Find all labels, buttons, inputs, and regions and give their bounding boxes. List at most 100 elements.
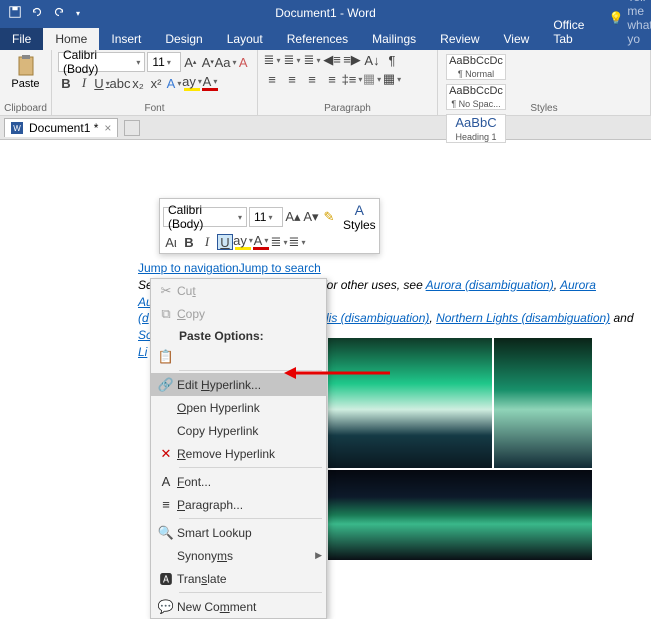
cm-remove-hyperlink[interactable]: ✕Remove Hyperlink: [151, 442, 326, 465]
mini-shrink-font-icon[interactable]: A▾: [303, 209, 319, 225]
undo-icon[interactable]: [30, 5, 44, 22]
tell-me[interactable]: 💡Tell me what yo: [596, 0, 651, 50]
style-preview: AaBbCcDc: [449, 55, 503, 67]
align-right-icon[interactable]: ≡: [304, 71, 320, 87]
bullets-icon[interactable]: ≣▾: [264, 52, 280, 68]
tab-layout[interactable]: Layout: [215, 28, 275, 50]
underline-icon[interactable]: U▾: [94, 75, 110, 91]
document-tab[interactable]: W Document1 * ×: [4, 118, 118, 137]
cm-edit-hyperlink[interactable]: 🔗Edit Hyperlink...: [151, 373, 326, 396]
cm-paragraph[interactable]: ≡Paragraph...: [151, 493, 326, 516]
redo-icon[interactable]: [52, 5, 66, 22]
text-effects-icon[interactable]: A▾: [166, 75, 182, 91]
cm-font[interactable]: AFont...: [151, 470, 326, 493]
cm-smart-lookup[interactable]: 🔍Smart Lookup: [151, 521, 326, 544]
mini-highlight-icon[interactable]: ay▾: [235, 234, 251, 250]
separator: [179, 467, 322, 468]
line-spacing-icon[interactable]: ‡≡▾: [344, 71, 360, 87]
align-center-icon[interactable]: ≡: [284, 71, 300, 87]
italic-icon[interactable]: I: [76, 75, 92, 91]
document-tab-label: Document1 *: [29, 121, 98, 135]
mini-bullets-icon[interactable]: ≣▾: [271, 234, 287, 250]
font-color-icon[interactable]: A▾: [202, 75, 218, 91]
ribbon: Paste Clipboard Calibri (Body)▾ 11▾ A▴ A…: [0, 50, 651, 116]
new-tab-icon[interactable]: [124, 120, 140, 136]
highlight-icon[interactable]: ay▾: [184, 75, 200, 91]
mini-styles-button[interactable]: AStyles: [343, 202, 376, 232]
cm-open-hyperlink[interactable]: Open Hyperlink: [151, 396, 326, 419]
new-comment-icon: 💬: [155, 599, 177, 615]
clear-format-icon[interactable]: A: [236, 54, 251, 70]
word-doc-icon: W: [11, 122, 23, 134]
mini-format-painter-icon[interactable]: ✎: [321, 209, 337, 225]
aurora-image-3[interactable]: [328, 470, 592, 560]
multilevel-icon[interactable]: ≣▾: [304, 52, 320, 68]
style-heading1[interactable]: AaBbCHeading 1: [446, 114, 506, 143]
group-clipboard: Paste Clipboard: [0, 50, 52, 115]
show-marks-icon[interactable]: ¶: [384, 52, 400, 68]
cm-translate[interactable]: 🅰Translate: [151, 567, 326, 590]
subscript-icon[interactable]: x₂: [130, 75, 146, 91]
link-fragment[interactable]: (d: [138, 311, 149, 325]
qat-dropdown-icon[interactable]: ▾: [76, 9, 80, 18]
save-icon[interactable]: [8, 5, 22, 22]
cm-copy-hyperlink[interactable]: Copy Hyperlink: [151, 419, 326, 442]
borders-icon[interactable]: ▦▾: [384, 71, 400, 87]
font-name-select[interactable]: Calibri (Body)▾: [58, 52, 145, 72]
font-icon: A: [155, 474, 177, 489]
increase-indent-icon[interactable]: ≡▶: [344, 52, 360, 68]
tab-file[interactable]: File: [0, 28, 43, 50]
grow-font-icon[interactable]: A▴: [183, 54, 198, 70]
mini-font-name[interactable]: Calibri (Body)▾: [163, 207, 247, 227]
link-fragment[interactable]: Li: [138, 345, 147, 359]
edit-hyperlink-icon: 🔗: [155, 377, 177, 393]
tab-home[interactable]: Home: [43, 28, 99, 50]
mini-numbering-icon[interactable]: ≣▾: [289, 234, 305, 250]
tab-officetab[interactable]: Office Tab: [541, 14, 596, 50]
numbering-icon[interactable]: ≣▾: [284, 52, 300, 68]
cm-label: New Comment: [177, 600, 256, 614]
shading-icon[interactable]: ▦▾: [364, 71, 380, 87]
font-size-select[interactable]: 11▾: [147, 52, 180, 72]
mini-unknown-icon[interactable]: Aι: [163, 234, 179, 250]
cm-label: Copy: [177, 307, 205, 321]
font-size-value: 11: [152, 55, 164, 69]
mini-italic-icon[interactable]: I: [199, 234, 215, 250]
link-northern[interactable]: Northern Lights (disambiguation): [436, 311, 610, 325]
change-case-icon[interactable]: Aa▾: [218, 54, 234, 70]
mini-bold-icon[interactable]: B: [181, 234, 197, 250]
superscript-icon[interactable]: x²: [148, 75, 164, 91]
bold-icon[interactable]: B: [58, 75, 74, 91]
search-link[interactable]: Jump to search: [239, 261, 321, 275]
cm-copy: ⧉Copy: [151, 302, 326, 325]
decrease-indent-icon[interactable]: ◀≡: [324, 52, 340, 68]
separator: [179, 518, 322, 519]
tab-review[interactable]: Review: [428, 28, 491, 50]
tab-view[interactable]: View: [492, 28, 542, 50]
mini-font-size[interactable]: 11▾: [249, 207, 283, 227]
align-left-icon[interactable]: ≡: [264, 71, 280, 87]
tab-mailings[interactable]: Mailings: [360, 28, 428, 50]
sort-icon[interactable]: A↓: [364, 52, 380, 68]
cm-synonyms[interactable]: Synonyms▶: [151, 544, 326, 567]
mini-grow-font-icon[interactable]: A▴: [285, 209, 301, 225]
link-aurora-disambig[interactable]: Aurora (disambiguation): [426, 278, 554, 292]
shrink-font-icon[interactable]: A▾: [200, 54, 215, 70]
nav-link[interactable]: Jump to navigation: [138, 261, 239, 275]
aurora-image-1[interactable]: [328, 338, 492, 468]
tab-insert[interactable]: Insert: [99, 28, 153, 50]
strikethrough-icon[interactable]: abc: [112, 75, 128, 91]
cm-paste-option[interactable]: 📋: [151, 345, 326, 368]
tab-design[interactable]: Design: [153, 28, 214, 50]
tab-references[interactable]: References: [275, 28, 360, 50]
cm-new-comment[interactable]: 💬New Comment: [151, 595, 326, 618]
mini-underline-icon[interactable]: U: [217, 234, 233, 250]
style-name: ¶ Normal: [458, 69, 494, 79]
paragraph-icon: ≡: [155, 497, 177, 512]
style-normal[interactable]: AaBbCcDc ¶ Normal: [446, 54, 506, 80]
mini-font-color-icon[interactable]: A▾: [253, 234, 269, 250]
justify-icon[interactable]: ≡: [324, 71, 340, 87]
close-tab-icon[interactable]: ×: [104, 121, 111, 135]
aurora-image-2[interactable]: [494, 338, 592, 468]
paste-button[interactable]: Paste: [6, 54, 45, 90]
